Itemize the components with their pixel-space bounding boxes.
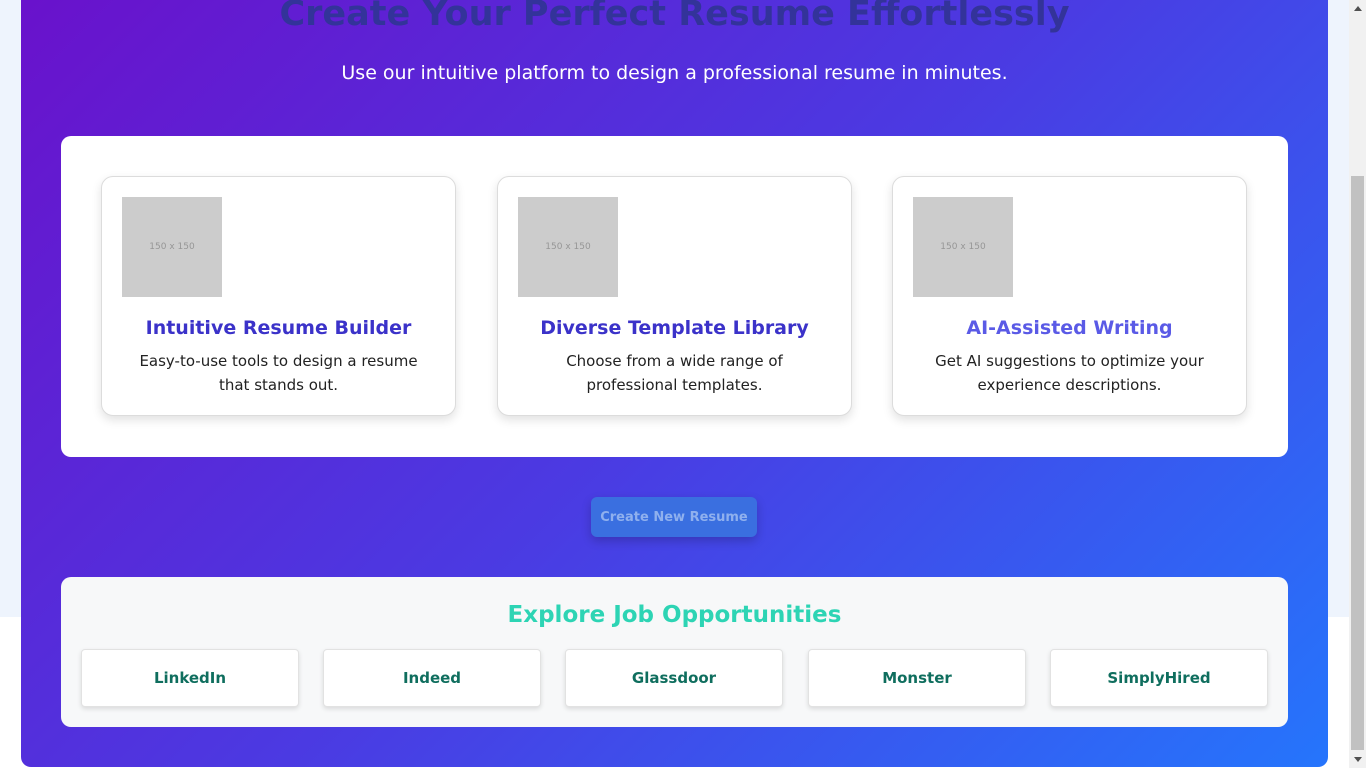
feature-image-placeholder: 150 x 150 [122, 197, 222, 297]
feature-image-placeholder: 150 x 150 [518, 197, 618, 297]
feature-card-resume-builder: 150 x 150 Intuitive Resume Builder Easy-… [101, 176, 456, 416]
page-title: Create Your Perfect Resume Effortlessly [279, 0, 1070, 34]
job-opportunities-panel: Explore Job Opportunities LinkedIn Indee… [61, 577, 1288, 727]
vertical-scrollbar[interactable] [1349, 0, 1366, 768]
job-link-linkedin[interactable]: LinkedIn [81, 649, 299, 707]
scrollbar-thumb[interactable] [1351, 176, 1364, 750]
job-link-glassdoor[interactable]: Glassdoor [565, 649, 783, 707]
feature-description: Easy-to-use tools to design a resume tha… [139, 352, 418, 394]
feature-title: Intuitive Resume Builder [145, 317, 412, 339]
feature-description: Get AI suggestions to optimize your expe… [935, 352, 1204, 394]
job-link-monster[interactable]: Monster [808, 649, 1026, 707]
feature-card-template-library: 150 x 150 Diverse Template Library Choos… [497, 176, 852, 416]
feature-card-ai-writing: 150 x 150 AI-Assisted Writing Get AI sug… [892, 176, 1247, 416]
job-link-simplyhired[interactable]: SimplyHired [1050, 649, 1268, 707]
hero-section: Create Your Perfect Resume Effortlessly … [21, 0, 1328, 767]
page-subtitle: Use our intuitive platform to design a p… [341, 62, 1008, 84]
create-new-resume-button[interactable]: Create New Resume [591, 497, 757, 537]
placeholder-label: 150 x 150 [149, 242, 195, 252]
placeholder-label: 150 x 150 [940, 242, 986, 252]
scroll-down-arrow-icon[interactable] [1349, 751, 1366, 768]
feature-title: Diverse Template Library [540, 317, 809, 339]
feature-description: Choose from a wide range of professional… [566, 352, 783, 394]
feature-title: AI-Assisted Writing [966, 317, 1173, 339]
job-link-indeed[interactable]: Indeed [323, 649, 541, 707]
placeholder-label: 150 x 150 [545, 242, 591, 252]
feature-image-placeholder: 150 x 150 [913, 197, 1013, 297]
features-panel: 150 x 150 Intuitive Resume Builder Easy-… [61, 136, 1288, 457]
scroll-up-arrow-icon[interactable] [1349, 0, 1366, 17]
job-opportunities-title: Explore Job Opportunities [507, 602, 842, 628]
